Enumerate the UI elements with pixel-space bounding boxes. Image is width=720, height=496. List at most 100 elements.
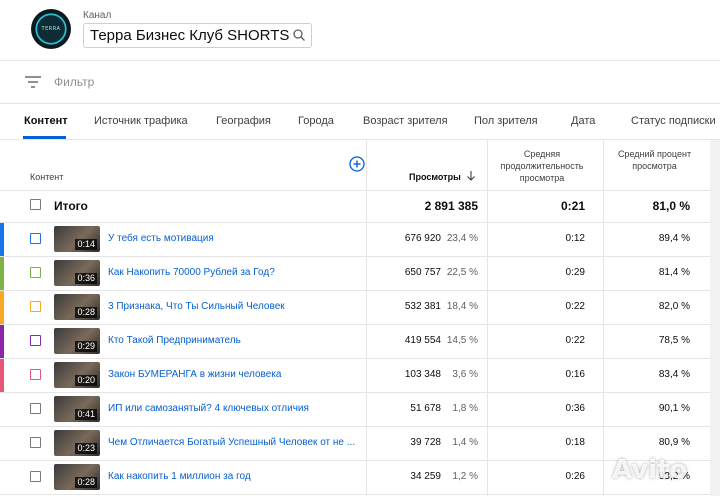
video-thumbnail[interactable]: 0:20 xyxy=(54,362,100,388)
video-duration: 0:14 xyxy=(75,239,97,250)
video-thumbnail[interactable]: 0:28 xyxy=(54,294,100,320)
video-avg-percent: 90,1 % xyxy=(658,403,690,414)
channel-name: Терра Бизнес Клуб SHORTS xyxy=(90,27,290,44)
tab-cities[interactable]: Города xyxy=(298,115,334,127)
video-views-share: 22,5 % xyxy=(446,267,478,278)
tab-subscription-status[interactable]: Статус подписки xyxy=(631,115,716,127)
video-avg-percent: 83,4 % xyxy=(658,369,690,380)
video-views: 419 554 xyxy=(404,335,441,346)
video-views-share: 3,6 % xyxy=(452,369,478,380)
video-views: 51 678 xyxy=(410,403,441,414)
video-views-share: 18,4 % xyxy=(446,301,478,312)
row-checkbox[interactable] xyxy=(30,403,41,414)
video-duration: 0:28 xyxy=(75,477,97,488)
channel-selector[interactable]: Терра Бизнес Клуб SHORTS xyxy=(83,23,312,48)
video-avg-percent: 81,4 % xyxy=(658,267,690,278)
tab-geography[interactable]: География xyxy=(216,115,271,127)
tab-viewer-age[interactable]: Возраст зрителя xyxy=(363,115,448,127)
video-title-link[interactable]: Кто Такой Предприниматель xyxy=(108,335,241,346)
video-duration: 0:29 xyxy=(75,341,97,352)
channel-header: TERRA Канал Терра Бизнес Клуб SHORTS xyxy=(0,0,720,61)
table-row[interactable]: 0:29 Кто Такой Предприниматель 419 554 14,5… xyxy=(0,325,720,359)
row-checkbox[interactable] xyxy=(30,471,41,482)
row-checkbox[interactable] xyxy=(30,267,41,278)
series-color-stripe xyxy=(0,257,4,290)
video-avg-duration: 0:12 xyxy=(565,233,585,244)
video-title-link[interactable]: Как накопить 1 миллион за год xyxy=(108,471,251,482)
table-row[interactable]: 0:41 ИП или самозанятый? 4 ключевых отлич… xyxy=(0,393,720,427)
video-title-link[interactable]: 3 Признака, Что Ты Сильный Человек xyxy=(108,301,285,312)
video-views-share: 1,4 % xyxy=(452,437,478,448)
video-avg-percent: 78,5 % xyxy=(658,335,690,346)
video-thumbnail[interactable]: 0:14 xyxy=(54,226,100,252)
video-title-link[interactable]: У тебя есть мотивация xyxy=(108,233,214,244)
video-title-link[interactable]: Чем Отличается Богатый Успешный Человек … xyxy=(108,437,355,448)
sort-down-icon[interactable] xyxy=(466,170,476,182)
add-metric-icon[interactable] xyxy=(349,156,365,172)
video-views-share: 14,5 % xyxy=(446,335,478,346)
video-avg-percent: 82,0 % xyxy=(658,301,690,312)
filter-bar[interactable]: Фильтр xyxy=(0,61,720,104)
video-duration: 0:28 xyxy=(75,307,97,318)
tab-date[interactable]: Дата xyxy=(571,115,595,127)
row-checkbox[interactable] xyxy=(30,437,41,448)
video-views: 103 348 xyxy=(404,369,441,380)
video-title-link[interactable]: Как Накопить 70000 Рублей за Год? xyxy=(108,267,275,278)
video-views-share: 1,2 % xyxy=(452,471,478,482)
table-row[interactable]: 0:36 Как Накопить 70000 Рублей за Год? 650… xyxy=(0,257,720,291)
video-views: 676 920 xyxy=(404,233,441,244)
table-row[interactable]: 0:14 У тебя есть мотивация 676 920 23,4 % 0:… xyxy=(0,223,720,257)
series-color-stripe xyxy=(0,359,4,392)
select-all-checkbox[interactable] xyxy=(30,199,41,210)
video-title-link[interactable]: ИП или самозанятый? 4 ключевых отличия xyxy=(108,403,309,414)
video-thumbnail[interactable]: 0:41 xyxy=(54,396,100,422)
total-row: Итого 2 891 385 0:21 81,0 % xyxy=(0,190,720,223)
column-header-content: Контент xyxy=(30,172,64,182)
row-checkbox[interactable] xyxy=(30,301,41,312)
video-avg-duration: 0:36 xyxy=(565,403,585,414)
column-header-avg-percent[interactable]: Средний процент просмотра xyxy=(612,148,697,172)
total-label: Итого xyxy=(54,199,88,213)
video-thumbnail[interactable]: 0:36 xyxy=(54,260,100,286)
search-icon[interactable] xyxy=(292,28,306,42)
video-views: 39 728 xyxy=(410,437,441,448)
tab-content[interactable]: Контент xyxy=(24,115,68,127)
video-thumbnail[interactable]: 0:28 xyxy=(54,464,100,490)
series-color-stripe xyxy=(0,223,4,256)
video-avg-percent: 80,9 % xyxy=(658,437,690,448)
total-avg-duration: 0:21 xyxy=(560,199,585,213)
series-color-stripe xyxy=(0,291,4,324)
column-header-avg-duration[interactable]: Средняя продолжительность просмотра xyxy=(492,148,592,184)
video-views-share: 1,8 % xyxy=(452,403,478,414)
video-avg-percent: 89,4 % xyxy=(658,233,690,244)
filter-icon[interactable] xyxy=(24,75,42,89)
table-header: Контент Просмотры Средняя продолжительно… xyxy=(0,140,720,191)
video-views: 532 381 xyxy=(404,301,441,312)
tab-viewer-gender[interactable]: Пол зрителя xyxy=(474,115,538,127)
total-avg-percent: 81,0 % xyxy=(652,199,690,213)
video-title-link[interactable]: Закон БУМЕРАНГА в жизни человека xyxy=(108,369,281,380)
active-tab-indicator xyxy=(23,136,66,139)
video-duration: 0:23 xyxy=(75,443,97,454)
watermark-logo: Avito xyxy=(612,455,688,485)
scrollbar-track[interactable] xyxy=(710,140,720,496)
table-row[interactable]: 0:20 Закон БУМЕРАНГА в жизни человека 103 … xyxy=(0,359,720,393)
row-checkbox[interactable] xyxy=(30,233,41,244)
column-header-views[interactable]: Просмотры xyxy=(409,172,461,182)
video-avg-duration: 0:29 xyxy=(565,267,585,278)
video-views-share: 23,4 % xyxy=(446,233,478,244)
channel-avatar[interactable]: TERRA xyxy=(31,9,71,49)
video-avg-duration: 0:22 xyxy=(565,301,585,312)
video-avg-duration: 0:22 xyxy=(565,335,585,346)
row-checkbox[interactable] xyxy=(30,369,41,380)
tab-traffic-source[interactable]: Источник трафика xyxy=(94,115,188,127)
video-thumbnail[interactable]: 0:29 xyxy=(54,328,100,354)
filter-placeholder[interactable]: Фильтр xyxy=(54,75,94,89)
row-checkbox[interactable] xyxy=(30,335,41,346)
video-thumbnail[interactable]: 0:23 xyxy=(54,430,100,456)
video-duration: 0:20 xyxy=(75,375,97,386)
video-duration: 0:36 xyxy=(75,273,97,284)
video-avg-duration: 0:26 xyxy=(565,471,585,482)
table-row[interactable]: 0:28 3 Признака, Что Ты Сильный Человек 53… xyxy=(0,291,720,325)
channel-label: Канал xyxy=(83,10,112,21)
